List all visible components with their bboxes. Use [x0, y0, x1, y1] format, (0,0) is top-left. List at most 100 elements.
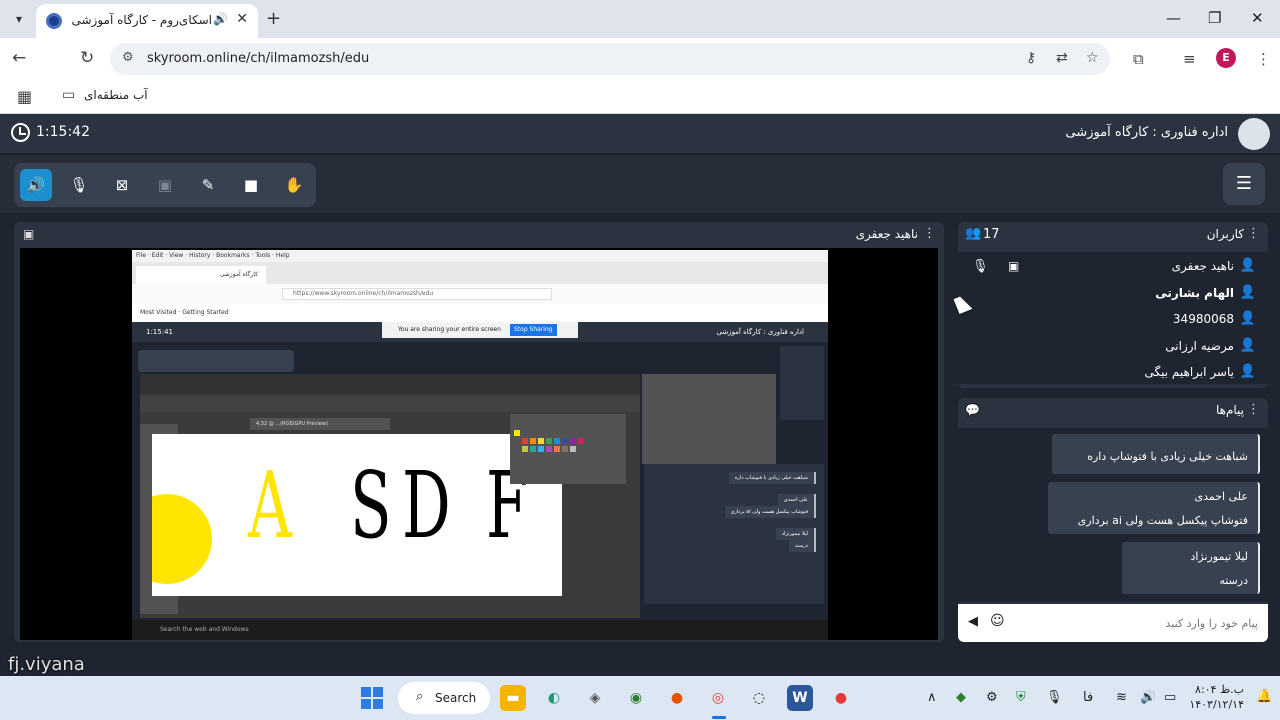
- chat-message: لیلا تیمورنژاد درسته: [1122, 542, 1260, 594]
- speaker-toggle-button[interactable]: 🔊: [20, 169, 52, 201]
- media-controls-icon[interactable]: ≡: [1183, 50, 1196, 68]
- ss-windows-taskbar: Search the web and Windows: [132, 620, 828, 640]
- screen-share-icon[interactable]: ▣: [1008, 259, 1019, 273]
- camera-off-icon[interactable]: ⊠: [106, 169, 138, 201]
- shared-screen-area: File · Edit · View · History · Bookmarks…: [20, 248, 938, 640]
- ss-bubble: درسته: [788, 540, 816, 552]
- room-toolbar: 🔊 🎙 ⊠ ▣ ✎ ■ ✋ ☰: [0, 155, 1280, 213]
- ss-room-title: اداره فناوری : کارگاه آموزشی: [716, 328, 804, 336]
- users-title: کاربران: [1206, 227, 1244, 241]
- ss-bubble: علی احمدی: [777, 494, 816, 506]
- whiteboard-pen-icon[interactable]: ✎: [192, 169, 224, 201]
- user-row[interactable]: 👤 یاسر ابراهیم بیگی: [958, 361, 1268, 387]
- chat-header: 💬 پیام‌ها ⋮: [958, 398, 1268, 424]
- video-header: ▣ ناهید جعفری ⋮: [14, 222, 944, 248]
- site-info-icon[interactable]: ⚙: [122, 50, 134, 65]
- reload-icon[interactable]: ↻: [80, 48, 94, 68]
- tab-title: اسکای‌روم - کارگاه آموزشی: [71, 13, 213, 27]
- chat-options-icon[interactable]: ⋮: [1247, 402, 1260, 417]
- battery-icon[interactable]: ▭: [1164, 690, 1176, 705]
- bookmark-folder[interactable]: آب منطقه‌ای: [84, 88, 148, 102]
- users-group-icon: 👥: [965, 226, 982, 241]
- microphone-icon[interactable]: 🎙: [972, 259, 989, 274]
- screen-share-icon[interactable]: ▣: [149, 169, 181, 201]
- ss-browser-menu: File · Edit · View · History · Bookmarks…: [132, 250, 828, 262]
- record-icon[interactable]: ●: [828, 685, 854, 711]
- tab-close-icon[interactable]: ✕: [236, 11, 248, 27]
- volume-icon[interactable]: 🔊: [1140, 690, 1156, 705]
- notification-bell-icon[interactable]: 🔔: [1256, 689, 1272, 704]
- folder-icon[interactable]: ▭: [62, 87, 75, 103]
- room-avatar: [1238, 118, 1270, 150]
- user-row[interactable]: 👤 مرضیه ارزانی: [958, 335, 1268, 361]
- edge-icon[interactable]: ◐: [541, 685, 567, 711]
- extensions-icon[interactable]: ⧉: [1133, 50, 1144, 68]
- send-icon[interactable]: ◀: [968, 614, 978, 629]
- tray-clock[interactable]: ۸:۰۴ ب.ظ ۱۴۰۳/۱۲/۱۴: [1188, 682, 1244, 712]
- restore-icon[interactable]: ❐: [1208, 9, 1221, 27]
- user-row[interactable]: 👤 34980068: [958, 308, 1268, 334]
- active-app-indicator: [712, 716, 726, 719]
- translate-icon[interactable]: ⇄: [1056, 50, 1068, 66]
- minimize-icon[interactable]: —: [1166, 9, 1181, 27]
- window-close-icon[interactable]: ✕: [1251, 9, 1264, 27]
- users-panel: 👥 17 کاربران ⋮ 👤 ناهید جعفری 🎙 ▣ 👤 الهام بشار…: [958, 222, 1268, 388]
- tray-shield-icon[interactable]: ⛨: [1016, 690, 1026, 705]
- app-icon[interactable]: ◌: [746, 685, 772, 711]
- ss-yellow-circle: [152, 494, 212, 584]
- tray-settings-icon[interactable]: ⚙: [986, 690, 998, 705]
- user-icon: 👤: [1239, 364, 1256, 379]
- taskbar-search[interactable]: ⌕ Search: [398, 682, 490, 714]
- windows-start-icon[interactable]: [361, 687, 383, 709]
- tray-chevron-icon[interactable]: ∧: [927, 690, 937, 705]
- microphone-off-icon[interactable]: 🎙: [63, 169, 95, 201]
- raise-hand-icon[interactable]: ✋: [278, 169, 310, 201]
- speaker-icon[interactable]: 🔊: [213, 12, 228, 26]
- new-tab-icon[interactable]: +: [266, 8, 281, 29]
- chat-message: شباهت خیلی زیادی با فتوشاپ داره: [1052, 434, 1260, 474]
- browser-menu-icon[interactable]: ⋮: [1256, 50, 1271, 68]
- ss-illustrator-window: 4.32 @ ...(RGB/GPU Preview) A S D F: [140, 374, 640, 618]
- ss-sharing-bar: You are sharing your entire screen Stop …: [382, 322, 578, 338]
- tray-app-icon[interactable]: ◆: [956, 690, 966, 705]
- wifi-icon[interactable]: ≋: [1116, 690, 1127, 705]
- globe-icon[interactable]: ◉: [623, 685, 649, 711]
- profile-avatar[interactable]: E: [1216, 48, 1236, 68]
- firefox-icon[interactable]: ●: [664, 685, 690, 711]
- message-list: شباهت خیلی زیادی با فتوشاپ داره علی احمد…: [958, 428, 1268, 602]
- ss-timer: 1:15:41: [146, 328, 173, 336]
- apps-grid-icon[interactable]: ▦: [17, 87, 32, 106]
- user-row[interactable]: 👤 ناهید جعفری 🎙 ▣: [958, 255, 1268, 281]
- hamburger-menu-icon[interactable]: ☰: [1223, 163, 1265, 205]
- app-icon[interactable]: ◈: [582, 685, 608, 711]
- ss-bubble: شباهت خیلی زیادی با فتوشاپ داره: [728, 472, 816, 484]
- users-options-icon[interactable]: ⋮: [1247, 226, 1260, 241]
- language-indicator[interactable]: فا: [1083, 690, 1093, 705]
- chat-input[interactable]: [1018, 612, 1258, 634]
- back-icon[interactable]: ←: [12, 48, 26, 68]
- browser-tab[interactable]: اسکای‌روم - کارگاه آموزشی 🔊 ✕: [36, 4, 258, 38]
- tab-search-dropdown[interactable]: ▾: [8, 8, 30, 30]
- file-explorer-icon[interactable]: ▬: [500, 685, 526, 711]
- files-bag-icon[interactable]: ■: [235, 169, 267, 201]
- tray-mic-icon[interactable]: 🎙: [1046, 690, 1063, 705]
- users-count: 17: [983, 227, 1000, 242]
- emoji-icon[interactable]: ☺: [990, 613, 1005, 629]
- user-name: 34980068: [1172, 312, 1234, 326]
- user-row[interactable]: 👤 الهام بشارتی: [958, 282, 1268, 308]
- bookmark-star-icon[interactable]: ☆: [1086, 50, 1099, 66]
- video-options-icon[interactable]: ⋮: [923, 226, 936, 241]
- password-key-icon[interactable]: ⚷: [1026, 50, 1036, 66]
- message-text: درسته: [1219, 574, 1248, 587]
- windows-taskbar: ⌕ Search ▬ ◐ ◈ ◉ ● ◎ ◌ W ● ∧ ◆ ⚙ ⛨ 🎙 فا …: [0, 676, 1280, 720]
- word-icon[interactable]: W: [787, 685, 813, 711]
- chrome-icon[interactable]: ◎: [705, 685, 731, 711]
- user-icon: 👤: [1239, 311, 1256, 326]
- ss-doc-tab: 4.32 @ ...(RGB/GPU Preview): [250, 418, 390, 430]
- url-text[interactable]: skyroom.online/ch/ilmamozsh/edu: [147, 51, 369, 66]
- user-icon: 👤: [1239, 258, 1256, 273]
- url-bar[interactable]: ⚙ skyroom.online/ch/ilmamozsh/edu ⚷ ⇄ ☆: [110, 43, 1110, 75]
- fullscreen-icon[interactable]: ▣: [23, 227, 34, 241]
- session-timer: 1:15:42: [36, 124, 90, 140]
- chat-bubble-icon: 💬: [965, 403, 980, 417]
